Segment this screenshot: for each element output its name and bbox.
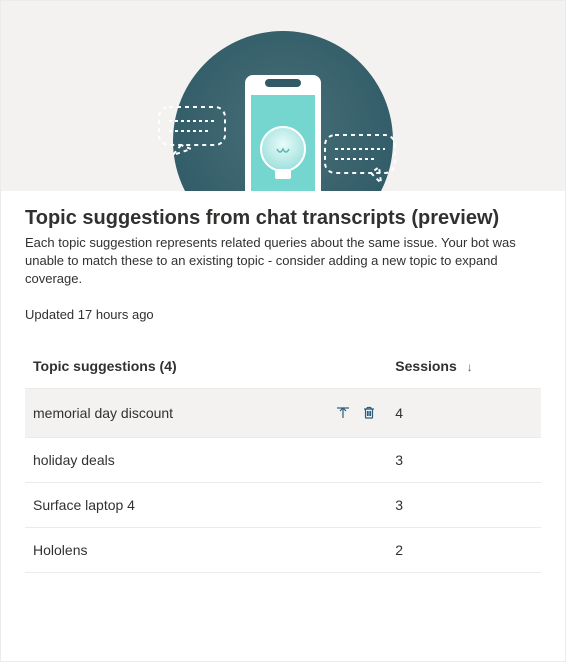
suggestions-table: Topic suggestions (4) Sessions ↓ memoria… — [25, 344, 541, 573]
delete-icon[interactable] — [359, 403, 379, 423]
sort-descending-icon: ↓ — [467, 360, 473, 374]
suggestions-table-wrap: Topic suggestions (4) Sessions ↓ memoria… — [1, 330, 565, 573]
suggestion-name: Hololens — [25, 527, 310, 572]
row-actions — [310, 527, 387, 572]
row-actions — [310, 437, 387, 482]
lightbulb-phone-illustration — [103, 1, 463, 191]
sessions-count: 3 — [387, 482, 541, 527]
card-description: Each topic suggestion represents related… — [25, 234, 541, 289]
suggestion-name: holiday deals — [25, 437, 310, 482]
column-header-sessions[interactable]: Sessions ↓ — [387, 344, 541, 389]
table-row[interactable]: holiday deals 3 — [25, 437, 541, 482]
column-header-sessions-label: Sessions — [395, 358, 456, 374]
table-row[interactable]: Surface laptop 4 3 — [25, 482, 541, 527]
row-actions — [310, 482, 387, 527]
sessions-count: 2 — [387, 527, 541, 572]
updated-timestamp: Updated 17 hours ago — [25, 307, 541, 322]
table-row[interactable]: memorial day discount 4 — [25, 388, 541, 437]
table-row[interactable]: Hololens 2 — [25, 527, 541, 572]
add-topic-icon[interactable] — [333, 403, 353, 423]
table-body: memorial day discount4holiday deals3Surf… — [25, 388, 541, 572]
hero-illustration — [1, 1, 565, 191]
sessions-count: 4 — [387, 388, 541, 437]
sessions-count: 3 — [387, 437, 541, 482]
card-title: Topic suggestions from chat transcripts … — [25, 207, 541, 230]
suggestion-name: memorial day discount — [25, 388, 310, 437]
row-actions — [310, 388, 387, 437]
column-header-name-label: Topic suggestions (4) — [33, 358, 177, 374]
table-header-row: Topic suggestions (4) Sessions ↓ — [25, 344, 541, 389]
column-header-name[interactable]: Topic suggestions (4) — [25, 344, 387, 389]
header-content: Topic suggestions from chat transcripts … — [1, 191, 565, 330]
suggestion-name: Surface laptop 4 — [25, 482, 310, 527]
topic-suggestions-card: Topic suggestions from chat transcripts … — [0, 0, 566, 662]
